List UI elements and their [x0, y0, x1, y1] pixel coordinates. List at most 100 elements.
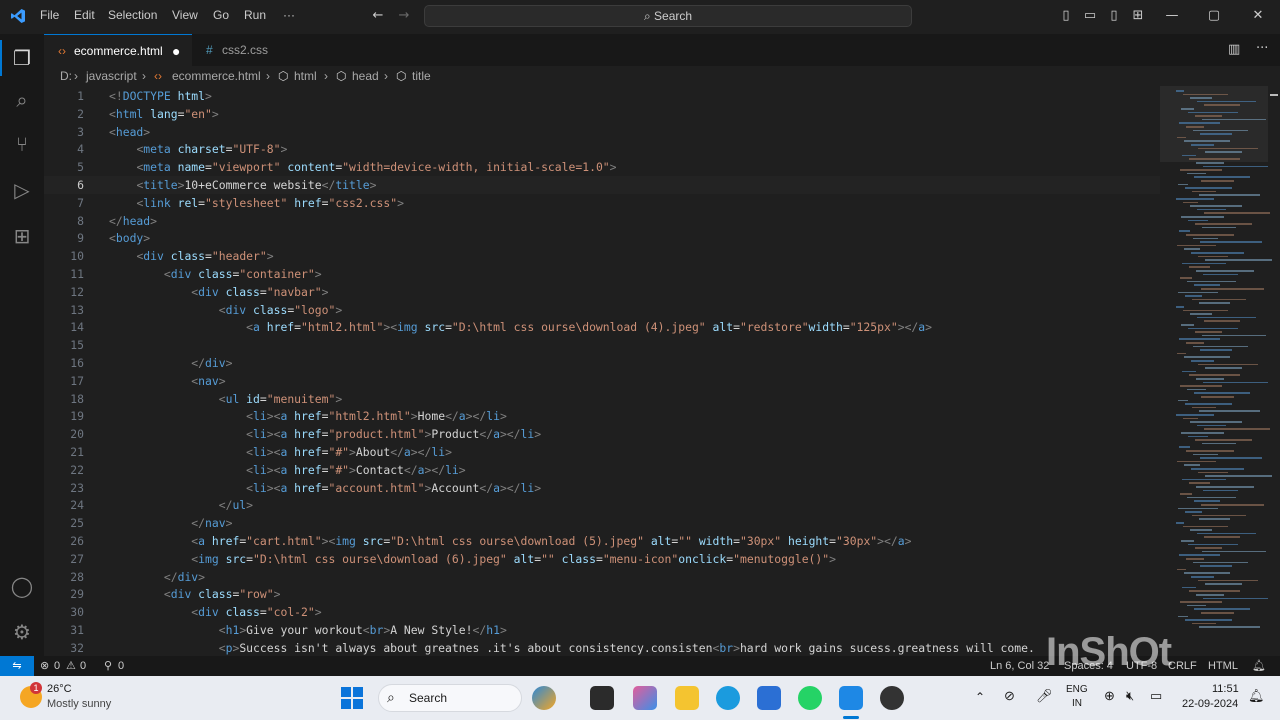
tab-ecommerce-html[interactable]: ‹› ecommerce.html ●: [44, 34, 192, 66]
toggle-panel-icon[interactable]: ▭: [1082, 8, 1098, 24]
show-hidden-icons-chevron-icon[interactable]: ⌃: [975, 690, 985, 704]
microphone-icon[interactable]: 🎤︎: [1036, 688, 1053, 704]
file-explorer-icon[interactable]: [675, 686, 699, 710]
code-line[interactable]: 28 </div>: [44, 568, 1160, 586]
code-line[interactable]: 3 <head>: [44, 123, 1160, 141]
cursor-position[interactable]: Ln 6, Col 32: [990, 656, 1049, 676]
source-control-icon[interactable]: ⑂: [10, 132, 34, 156]
volume-muted-icon[interactable]: 🔇︎: [1126, 688, 1134, 704]
split-editor-icon[interactable]: ▥: [1228, 42, 1240, 57]
back-arrow-icon[interactable]: ←: [370, 8, 386, 24]
code-line[interactable]: 1 <!DOCTYPE html>: [44, 87, 1160, 105]
code-line[interactable]: 22 <li><a href="#">Contact</a></li>: [44, 461, 1160, 479]
code-line[interactable]: 30 <div class="col-2">: [44, 603, 1160, 621]
edge-browser-icon[interactable]: [716, 686, 740, 710]
code-editor[interactable]: 1 <!DOCTYPE html> 2 <html lang="en"> 3 <head>…: [44, 86, 1160, 656]
vscode-taskbar-icon[interactable]: [839, 686, 863, 710]
code-line[interactable]: 12 <div class="navbar">: [44, 283, 1160, 301]
windows-start-icon[interactable]: [341, 687, 363, 709]
wifi-globe-icon[interactable]: ⊕: [1104, 688, 1115, 704]
tab-css2-css[interactable]: # css2.css: [192, 34, 292, 66]
ports-count[interactable]: 0: [118, 656, 124, 676]
menu-edit[interactable]: Edit: [74, 8, 95, 22]
remote-indicator-icon[interactable]: ⇋: [0, 656, 34, 676]
menu-go[interactable]: Go: [213, 8, 229, 22]
menu-more[interactable]: ···: [283, 8, 295, 22]
breadcrumb-folder[interactable]: javascript: [86, 66, 137, 86]
code-line[interactable]: 20 <li><a href="product.html">Product</a…: [44, 425, 1160, 443]
code-line[interactable]: 8 </head>: [44, 212, 1160, 230]
code-line[interactable]: 26 <a href="cart.html"><img src="D:\html…: [44, 532, 1160, 550]
minimap[interactable]: [1160, 86, 1280, 656]
warning-count[interactable]: 0: [80, 656, 86, 676]
code-line[interactable]: 4 <meta charset="UTF-8">: [44, 140, 1160, 158]
whatsapp-icon[interactable]: [798, 686, 822, 710]
customize-layout-icon[interactable]: ⊞: [1130, 8, 1146, 24]
breadcrumb-file[interactable]: ecommerce.html: [172, 66, 261, 86]
code-line[interactable]: 16 </div>: [44, 354, 1160, 372]
menu-run[interactable]: Run: [244, 8, 266, 22]
toggle-primary-sidebar-icon[interactable]: ▯: [1058, 8, 1074, 24]
breadcrumb-drive[interactable]: D:: [60, 66, 72, 86]
code-line[interactable]: 19 <li><a href="html2.html">Home</a></li…: [44, 407, 1160, 425]
end-of-line[interactable]: CRLF: [1168, 656, 1197, 676]
code-line[interactable]: 14 <a href="html2.html"><img src="D:\htm…: [44, 318, 1160, 336]
code-line[interactable]: 6 <title>10+eCommerce website</title>: [44, 176, 1160, 194]
widgets-icon[interactable]: [532, 686, 556, 710]
code-line[interactable]: 15: [44, 336, 1160, 354]
notification-icon[interactable]: 🔔︎: [1248, 688, 1265, 704]
forward-arrow-icon[interactable]: →: [396, 8, 412, 24]
code-line[interactable]: 27 <img src="D:\html css ourse\download …: [44, 550, 1160, 568]
breadcrumb-title[interactable]: title: [412, 66, 431, 86]
menu-selection[interactable]: Selection: [108, 8, 157, 22]
copilot-icon[interactable]: [633, 686, 657, 710]
code-line[interactable]: 21 <li><a href="#">About</a></li>: [44, 443, 1160, 461]
weather-desc[interactable]: Mostly sunny: [47, 698, 111, 710]
notifications-bell-icon[interactable]: 🔔︎: [1252, 656, 1266, 676]
code-line[interactable]: 11 <div class="container">: [44, 265, 1160, 283]
weather-temp[interactable]: 26°C: [47, 683, 72, 695]
menu-file[interactable]: File: [40, 8, 59, 22]
close-icon[interactable]: ✕: [1250, 8, 1266, 24]
run-debug-icon[interactable]: ▷: [10, 178, 34, 202]
menu-view[interactable]: View: [172, 8, 198, 22]
clock-time[interactable]: 11:51: [1212, 683, 1239, 695]
code-line[interactable]: 24 </ul>: [44, 496, 1160, 514]
breadcrumb-html[interactable]: html: [294, 66, 317, 86]
code-line[interactable]: 32 <p>Success isn't always about greatne…: [44, 639, 1160, 656]
code-line[interactable]: 10 <div class="header">: [44, 247, 1160, 265]
accounts-icon[interactable]: ◯: [10, 574, 34, 598]
breadcrumb-head[interactable]: head: [352, 66, 379, 86]
more-actions-icon[interactable]: ···: [1256, 41, 1268, 56]
search-icon[interactable]: ⌕: [10, 88, 34, 112]
app-icon[interactable]: [880, 686, 904, 710]
taskbar-search-box[interactable]: ⌕ Search: [378, 684, 522, 712]
minimize-icon[interactable]: —: [1164, 8, 1180, 24]
code-line[interactable]: 7 <link rel="stylesheet" href="css2.css"…: [44, 194, 1160, 212]
code-line[interactable]: 31 <h1>Give your workout<br>A New Style!…: [44, 621, 1160, 639]
code-line[interactable]: 25 </nav>: [44, 514, 1160, 532]
code-line[interactable]: 2 <html lang="en">: [44, 105, 1160, 123]
maximize-icon[interactable]: ▢: [1206, 8, 1222, 24]
code-line[interactable]: 5 <meta name="viewport" content="width=d…: [44, 158, 1160, 176]
code-line[interactable]: 13 <div class="logo">: [44, 301, 1160, 319]
code-line[interactable]: 23 <li><a href="account.html">Account</a…: [44, 479, 1160, 497]
code-line[interactable]: 9 <body>: [44, 229, 1160, 247]
input-region[interactable]: IN: [1072, 698, 1082, 709]
battery-icon[interactable]: ▭: [1150, 688, 1162, 704]
microsoft-store-icon[interactable]: [757, 686, 781, 710]
settings-gear-icon[interactable]: ⚙: [10, 620, 34, 644]
task-view-icon[interactable]: [590, 686, 614, 710]
error-count[interactable]: 0: [54, 656, 60, 676]
language-mode[interactable]: HTML: [1208, 656, 1238, 676]
toggle-secondary-sidebar-icon[interactable]: ▯: [1106, 8, 1122, 24]
code-line[interactable]: 29 <div class="row">: [44, 585, 1160, 603]
explorer-icon[interactable]: ❐: [10, 46, 34, 70]
network-icon[interactable]: ⊘: [1004, 688, 1015, 704]
code-line[interactable]: 18 <ul id="menuitem">: [44, 390, 1160, 408]
clock-date[interactable]: 22-09-2024: [1182, 698, 1238, 710]
extensions-icon[interactable]: ⊞: [10, 224, 34, 248]
command-center-search[interactable]: ⌕ Search: [424, 5, 912, 27]
unsaved-dot-icon[interactable]: ●: [172, 35, 180, 67]
input-language[interactable]: ENG: [1066, 684, 1088, 695]
